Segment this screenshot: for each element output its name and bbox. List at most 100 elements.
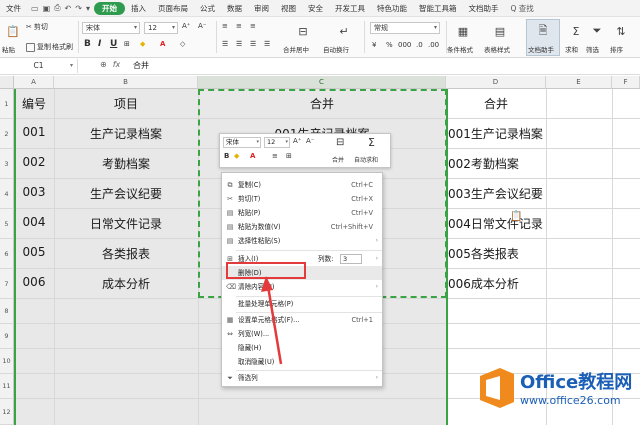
paste-options-icon[interactable]: 📋 — [510, 211, 524, 223]
column-count-input[interactable]: 3 — [340, 254, 362, 264]
save-icon[interactable]: ▣ — [43, 4, 51, 13]
shrink-font-button[interactable]: A⁻ — [198, 22, 206, 30]
align-left-button[interactable]: ☰ — [222, 40, 228, 48]
mini-size-select[interactable]: 12 ▾ — [264, 137, 290, 148]
filter-button[interactable]: 筛选 — [586, 44, 599, 54]
merge-center-icon[interactable]: ⊟ — [292, 21, 314, 41]
row-header[interactable]: 3 — [0, 149, 14, 179]
cell-a[interactable]: 005 — [14, 245, 54, 259]
column-header-b[interactable]: B — [54, 76, 198, 89]
mini-font-color-icon[interactable]: A — [250, 152, 255, 160]
tab-home[interactable]: 开始 — [93, 1, 125, 15]
increase-decimal-button[interactable]: .0 — [416, 41, 423, 49]
cell-a1[interactable]: 编号 — [14, 95, 54, 112]
fx-icon[interactable]: fx — [113, 60, 121, 69]
format-painter-button[interactable]: 格式刷 — [52, 42, 73, 52]
cell-a[interactable]: 002 — [14, 155, 54, 169]
tab-insert[interactable]: 插入 — [125, 3, 152, 14]
cell-b[interactable]: 日常文件记录 — [54, 215, 198, 232]
sort-button[interactable]: 排序 — [610, 44, 623, 54]
conditional-format-icon[interactable]: ▦ — [452, 21, 474, 41]
mini-sum-icon[interactable]: Σ — [368, 136, 375, 149]
cell-d[interactable]: 005各类报表 — [448, 245, 519, 262]
merge-center-button[interactable]: 合并居中 — [283, 44, 309, 54]
tab-formulas[interactable]: 公式 — [194, 3, 221, 14]
conditional-format-button[interactable]: 条件格式 — [447, 44, 473, 54]
cell-a[interactable]: 006 — [14, 275, 54, 289]
row-header[interactable]: 5 — [0, 209, 14, 239]
bold-button[interactable]: B — [84, 39, 91, 49]
row-header[interactable]: 6 — [0, 239, 14, 269]
table-style-icon[interactable]: ▤ — [489, 21, 511, 41]
mini-fill-color-icon[interactable]: ◆ — [234, 152, 239, 160]
cell-b[interactable]: 生产会议纪要 — [54, 185, 198, 202]
menu-item-format-cells[interactable]: ▦ 设置单元格格式(F)... Ctrl+1 — [222, 313, 382, 327]
menu-file[interactable]: 文件 — [0, 3, 27, 14]
menu-item-column-width[interactable]: ⇔ 列宽(W)... — [222, 327, 382, 341]
underline-button[interactable]: U — [110, 39, 117, 49]
wrap-text-button[interactable]: 自动换行 — [323, 44, 349, 54]
cell-b[interactable]: 成本分析 — [54, 275, 198, 292]
thousands-button[interactable]: 000 — [398, 41, 411, 49]
sum-icon[interactable]: Σ — [565, 21, 587, 41]
grow-font-button[interactable]: A⁺ — [182, 22, 190, 30]
italic-button[interactable]: I — [98, 39, 101, 49]
mini-font-select[interactable]: 宋体 ▾ — [223, 137, 261, 148]
tab-review[interactable]: 审阅 — [248, 3, 275, 14]
sum-button[interactable]: 求和 — [565, 44, 578, 54]
fill-color-button[interactable]: ◆ — [140, 40, 145, 48]
align-center-button[interactable]: ☰ — [236, 40, 242, 48]
filter-icon[interactable]: ⏷ — [586, 21, 608, 41]
sort-icon[interactable]: ⇅ — [610, 21, 632, 41]
row-header[interactable]: 11 — [0, 374, 14, 399]
tab-smart-toolbox[interactable]: 智能工具箱 — [413, 3, 463, 14]
cell-d1[interactable]: 合并 — [446, 95, 546, 112]
tab-security[interactable]: 安全 — [302, 3, 329, 14]
align-top-button[interactable]: ≡ — [222, 22, 228, 30]
cell-b[interactable]: 生产记录档案 — [54, 125, 198, 142]
row-header[interactable]: 7 — [0, 269, 14, 299]
currency-button[interactable]: ¥ — [372, 41, 376, 49]
table-style-button[interactable]: 表格样式 — [484, 44, 510, 54]
column-header-f[interactable]: F — [612, 76, 640, 89]
row-header[interactable]: 8 — [0, 299, 14, 324]
cell-b1[interactable]: 项目 — [54, 95, 198, 112]
column-header-a[interactable]: A — [14, 76, 54, 89]
undo-icon[interactable]: ↶ — [65, 4, 72, 13]
mini-merge-icon[interactable]: ⊟ — [336, 137, 344, 148]
cell-d[interactable]: 001生产记录档案 — [448, 125, 543, 142]
tab-page-layout[interactable]: 页面布局 — [152, 3, 194, 14]
paste-icon[interactable]: 📋 — [2, 21, 24, 41]
formula-input[interactable]: 合并 — [133, 60, 149, 71]
row-header[interactable]: 12 — [0, 399, 14, 425]
menu-item-copy[interactable]: ⧉ 复制(C) Ctrl+C — [222, 178, 382, 192]
mini-bold-button[interactable]: B — [224, 152, 229, 160]
wrap-text-icon[interactable]: ↵ — [333, 21, 355, 41]
menu-item-filter-column[interactable]: ⏷ 筛选列 › — [222, 371, 382, 385]
menu-item-cut[interactable]: ✂ 剪切(T) Ctrl+X — [222, 192, 382, 206]
mini-shrink-font-button[interactable]: A⁻ — [306, 137, 314, 145]
row-header[interactable]: 4 — [0, 179, 14, 209]
clear-format-button[interactable]: ◇ — [180, 40, 185, 48]
cell-d[interactable]: 004日常文件记录 — [448, 215, 543, 232]
menu-item-clear-contents[interactable]: ⌫ 清除内容(N) › — [222, 280, 382, 294]
number-format-select[interactable]: 常规 ▾ — [370, 22, 440, 34]
cell-a[interactable]: 003 — [14, 185, 54, 199]
mini-grow-font-button[interactable]: A⁺ — [293, 137, 301, 145]
align-bottom-button[interactable]: ≡ — [250, 22, 256, 30]
font-name-select[interactable]: 宋体 ▾ — [82, 22, 140, 34]
tab-data[interactable]: 数据 — [221, 3, 248, 14]
font-size-select[interactable]: 12 ▾ — [144, 22, 178, 34]
mini-merge-button[interactable]: 合并 — [332, 155, 344, 164]
tab-features[interactable]: 特色功能 — [371, 3, 413, 14]
cell-b[interactable]: 各类报表 — [54, 245, 198, 262]
mini-autosum-button[interactable]: 自动求和 — [354, 155, 378, 164]
name-box[interactable]: C1 ▾ — [0, 59, 78, 73]
cell-d[interactable]: 002考勤档案 — [448, 155, 519, 172]
column-header-e[interactable]: E — [546, 76, 612, 89]
font-color-button[interactable]: A — [160, 40, 165, 48]
mini-align-icon[interactable]: ≡ — [272, 152, 278, 160]
cell-d[interactable]: 006成本分析 — [448, 275, 519, 292]
menu-item-hide[interactable]: 隐藏(H) — [222, 341, 382, 355]
cell-a[interactable]: 001 — [14, 125, 54, 139]
